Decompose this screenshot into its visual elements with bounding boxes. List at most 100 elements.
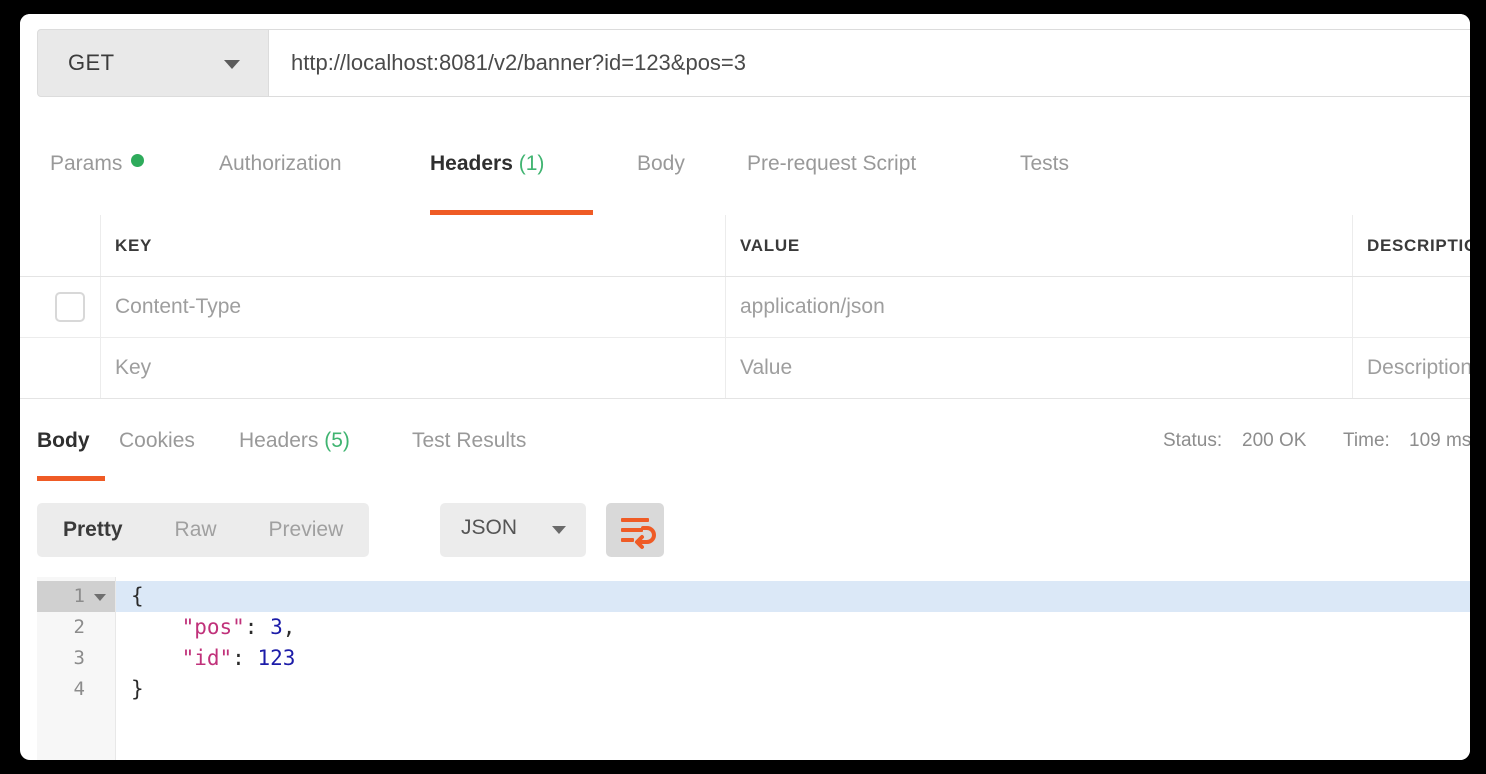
line-number: 4 <box>73 678 85 700</box>
request-tab-tests[interactable]: Tests <box>1020 152 1069 176</box>
view-mode-group: Pretty Raw Preview <box>37 503 370 557</box>
row-checkbox-cell <box>20 338 101 398</box>
request-tab-label: Headers <box>430 152 513 175</box>
code-token: "pos" <box>131 615 245 639</box>
request-tab-label: Tests <box>1020 152 1070 175</box>
chevron-down-icon <box>224 60 240 69</box>
row-key-cell[interactable]: Key <box>101 338 726 398</box>
response-tab-label: Test Results <box>412 429 527 452</box>
table-row: Content-Type application/json <box>20 277 1470 338</box>
chevron-down-icon <box>552 526 566 534</box>
code-line-text: "pos": 3, <box>131 615 296 639</box>
row-description-cell[interactable] <box>1353 277 1470 337</box>
header-cell-description: DESCRIPTION <box>1353 215 1470 276</box>
code-token: "id" <box>131 646 233 670</box>
fold-triangle-icon[interactable] <box>94 594 106 601</box>
response-tabs: Status: 200 OK Time: 109 ms Body Cookies H… <box>20 405 1470 482</box>
request-tab-label: Authorization <box>219 152 342 175</box>
code-token: : <box>232 646 258 670</box>
row-description-placeholder: Description <box>1367 356 1470 379</box>
response-tab-body[interactable]: Body <box>37 429 90 453</box>
gutter-line: 2 <box>37 612 115 643</box>
url-text: http://localhost:8081/v2/banner?id=123&p… <box>291 50 747 75</box>
code-line: "pos": 3, <box>116 612 1470 643</box>
row-key-text: Content-Type <box>115 295 242 318</box>
code-area[interactable]: { "pos": 3, "id": 123} <box>116 577 1470 760</box>
status-value: 200 OK <box>1242 430 1307 451</box>
column-header-key: KEY <box>115 235 153 255</box>
view-mode-pretty[interactable]: Pretty <box>37 518 149 542</box>
code-line-text: "id": 123 <box>131 646 296 670</box>
url-input[interactable]: http://localhost:8081/v2/banner?id=123&p… <box>269 29 1470 97</box>
column-header-value: VALUE <box>740 235 800 255</box>
header-cell-key: KEY <box>101 215 726 276</box>
url-bar: GET http://localhost:8081/v2/banner?id=1… <box>20 14 1470 127</box>
http-method-dropdown[interactable]: GET <box>37 29 269 97</box>
request-tab-authorization[interactable]: Authorization <box>219 152 342 176</box>
response-tab-label: Body <box>37 429 90 452</box>
request-tab-label: Params <box>50 152 123 175</box>
code-line-text: { <box>131 584 144 608</box>
view-mode-preview[interactable]: Preview <box>243 518 370 542</box>
response-tab-count: (5) <box>318 429 350 452</box>
headers-table: KEY VALUE DESCRIPTION Content-Type appli… <box>20 215 1470 405</box>
response-tab-headers[interactable]: Headers (5) <box>239 429 350 453</box>
header-cell-checkbox <box>20 215 101 276</box>
response-tab-cookies[interactable]: Cookies <box>119 429 195 453</box>
request-tab-params[interactable]: Params <box>50 152 145 176</box>
row-key-placeholder: Key <box>115 356 152 379</box>
time-value: 109 ms <box>1409 430 1470 451</box>
response-tab-label: Headers <box>239 429 319 452</box>
response-tab-label: Cookies <box>119 429 195 452</box>
table-header-row: KEY VALUE DESCRIPTION <box>20 215 1470 277</box>
response-body-editor[interactable]: 1234 { "pos": 3, "id": 123} <box>37 577 1470 760</box>
code-line: "id": 123 <box>116 643 1470 674</box>
response-format-label: JSON <box>461 516 518 539</box>
table-row: Key Value Description <box>20 338 1470 399</box>
postman-request-panel: GET http://localhost:8081/v2/banner?id=1… <box>20 14 1470 760</box>
request-tab-pre-request-script[interactable]: Pre-request Script <box>747 152 916 176</box>
code-token: : <box>244 615 271 639</box>
status-label: Status: <box>1163 430 1223 451</box>
line-number-gutter: 1 2 3 4 <box>37 577 116 760</box>
row-value-cell[interactable]: application/json <box>726 277 1353 337</box>
code-token: } <box>131 677 144 701</box>
row-checkbox[interactable] <box>55 292 85 322</box>
gutter-line: 1 <box>37 581 115 612</box>
unsaved-dot-icon <box>131 154 145 167</box>
line-number: 2 <box>73 616 85 638</box>
request-tab-body[interactable]: Body <box>637 152 685 176</box>
response-format-dropdown[interactable]: JSON <box>440 503 586 557</box>
request-tab-headers[interactable]: Headers (1) <box>430 152 544 176</box>
row-key-cell[interactable]: Content-Type <box>101 277 726 337</box>
request-tab-count: (1) <box>512 152 545 175</box>
row-value-text: application/json <box>740 295 885 318</box>
view-mode-raw[interactable]: Raw <box>149 518 243 542</box>
request-tabs: Params Authorization Headers (1) Body Pre-re… <box>20 126 1470 216</box>
code-line-text: } <box>131 677 144 701</box>
code-line: } <box>116 674 1470 705</box>
row-value-cell[interactable]: Value <box>726 338 1353 398</box>
row-description-cell[interactable]: Description <box>1353 338 1470 398</box>
word-wrap-icon[interactable] <box>606 503 664 557</box>
word-wrap-glyph <box>621 518 656 549</box>
gutter-line: 3 <box>37 643 115 674</box>
code-token: { <box>131 584 144 608</box>
code-token: 3 <box>270 615 283 639</box>
line-number: 3 <box>73 647 85 669</box>
column-header-description: DESCRIPTION <box>1367 235 1470 255</box>
http-method-label: GET <box>68 50 115 75</box>
gutter-line: 4 <box>37 674 115 705</box>
response-tab-test-results[interactable]: Test Results <box>412 429 526 453</box>
time-label: Time: <box>1343 430 1390 451</box>
row-value-placeholder: Value <box>740 356 793 379</box>
row-checkbox-cell <box>20 277 101 337</box>
line-number: 1 <box>73 585 85 607</box>
request-tab-label: Pre-request Script <box>747 152 917 175</box>
code-line: { <box>116 581 1470 612</box>
header-cell-value: VALUE <box>726 215 1353 276</box>
code-token: 123 <box>257 646 296 670</box>
code-token: , <box>282 615 296 639</box>
request-tab-label: Body <box>637 152 685 175</box>
response-body-toolbar: Pretty Raw Preview JSON <box>20 481 1470 577</box>
